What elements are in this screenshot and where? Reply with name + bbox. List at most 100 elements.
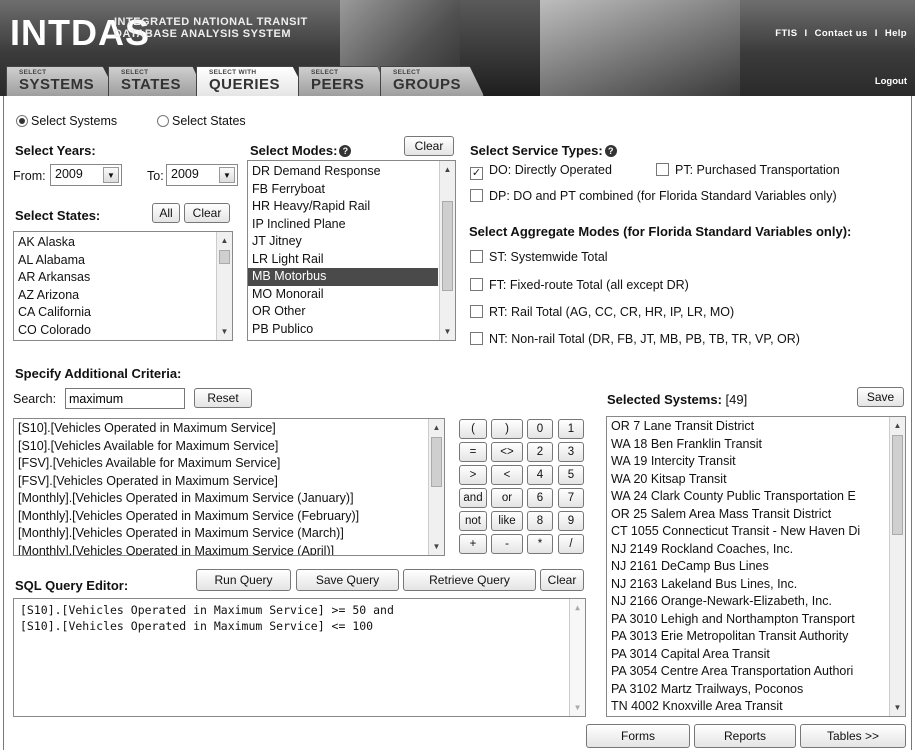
criteria-scrollbar[interactable]: ▲ ▼ [428,419,444,555]
radio-select-states[interactable]: Select States [157,114,246,128]
modes-scrollbar[interactable]: ▲ ▼ [439,161,455,340]
operator-button[interactable]: 5 [558,465,584,485]
retrieve-query-button[interactable]: Retrieve Query [403,569,536,591]
operator-button[interactable]: 9 [558,511,584,531]
tab-peers[interactable]: SELECT PEERS [298,66,390,96]
mode-option[interactable]: LR Light Rail [248,251,438,269]
scroll-thumb[interactable] [442,201,453,291]
scroll-down-icon[interactable]: ▼ [218,325,231,338]
selected-system-item[interactable]: NJ 2161 DeCamp Bus Lines [607,558,888,576]
mode-option[interactable]: MB Motorbus [248,268,438,286]
state-option[interactable]: AL Alabama [14,252,215,270]
state-option[interactable]: AZ Arizona [14,287,215,305]
selected-system-item[interactable]: WA 24 Clark County Public Transportation… [607,488,888,506]
operator-button[interactable]: 3 [558,442,584,462]
scroll-up-icon[interactable]: ▲ [430,421,443,434]
checkbox-nt[interactable]: NT: Non-rail Total (DR, FB, JT, MB, PB, … [470,332,800,346]
scroll-thumb[interactable] [892,435,903,535]
criteria-option[interactable]: [Monthly].[Vehicles Operated in Maximum … [14,525,427,543]
operator-button[interactable]: * [527,534,553,554]
operator-button[interactable]: 6 [527,488,553,508]
selected-system-item[interactable]: WA 19 Intercity Transit [607,453,888,471]
selected-system-item[interactable]: PA 3014 Capital Area Transit [607,646,888,664]
mode-option[interactable]: FB Ferryboat [248,181,438,199]
sql-clear-button[interactable]: Clear [540,569,584,591]
scroll-up-icon[interactable]: ▲ [441,163,454,176]
checkbox-do[interactable]: ✓ DO: Directly Operated [470,163,612,180]
scroll-down-icon[interactable]: ▼ [430,540,443,553]
from-year-select[interactable]: 2009 ▼ [50,164,122,186]
selected-system-item[interactable]: NJ 2149 Rockland Coaches, Inc. [607,541,888,559]
mode-option[interactable]: PB Publico [248,321,438,339]
criteria-option[interactable]: [FSV].[Vehicles Operated in Maximum Serv… [14,473,427,491]
scroll-down-icon[interactable]: ▼ [441,325,454,338]
operator-button[interactable]: like [491,511,523,531]
mode-option[interactable]: MO Monorail [248,286,438,304]
checkbox-st[interactable]: ST: Systemwide Total [470,250,608,264]
checkbox-pt[interactable]: PT: Purchased Transportation [656,163,840,177]
selected-system-item[interactable]: PA 3102 Martz Trailways, Poconos [607,681,888,699]
mode-option[interactable]: JT Jitney [248,233,438,251]
mode-option[interactable]: HR Heavy/Rapid Rail [248,198,438,216]
logout-link[interactable]: Logout [875,76,907,87]
tab-systems[interactable]: SELECT SYSTEMS [6,66,118,96]
scroll-up-icon[interactable]: ▲ [891,419,904,432]
selected-system-item[interactable]: WA 20 Kitsap Transit [607,471,888,489]
state-option[interactable]: AK Alaska [14,234,215,252]
operator-button[interactable]: 8 [527,511,553,531]
criteria-option[interactable]: [S10].[Vehicles Operated in Maximum Serv… [14,420,427,438]
reset-button[interactable]: Reset [194,388,252,408]
states-all-button[interactable]: All [152,203,180,223]
reports-button[interactable]: Reports [694,724,796,748]
tab-queries[interactable]: SELECT WITH QUERIES [196,66,308,96]
mode-option[interactable]: DR Demand Response [248,163,438,181]
operator-button[interactable]: 7 [558,488,584,508]
selected-system-item[interactable]: TN 4002 Knoxville Area Transit [607,698,888,716]
checkbox-rt[interactable]: RT: Rail Total (AG, CC, CR, HR, IP, LR, … [470,305,734,319]
selected-system-item[interactable]: NJ 2163 Lakeland Bus Lines, Inc. [607,576,888,594]
to-year-select[interactable]: 2009 ▼ [166,164,238,186]
state-option[interactable]: AR Arkansas [14,269,215,287]
sql-scrollbar[interactable]: ▲ ▼ [569,599,585,716]
operator-button[interactable]: 4 [527,465,553,485]
operator-button[interactable]: 1 [558,419,584,439]
radio-select-systems[interactable]: Select Systems [16,114,117,128]
operator-button[interactable]: 0 [527,419,553,439]
run-query-button[interactable]: Run Query [196,569,291,591]
selected-system-item[interactable]: PA 3013 Erie Metropolitan Transit Author… [607,628,888,646]
selected-save-button[interactable]: Save [857,387,904,407]
selected-system-item[interactable]: CT 1055 Connecticut Transit - New Haven … [607,523,888,541]
operator-button[interactable]: 2 [527,442,553,462]
selected-system-item[interactable]: PA 3010 Lehigh and Northampton Transport [607,611,888,629]
tab-groups[interactable]: SELECT GROUPS [380,66,484,96]
states-clear-button[interactable]: Clear [184,203,230,223]
operator-button[interactable]: / [558,534,584,554]
selected-system-item[interactable]: OR 7 Lane Transit District [607,418,888,436]
operator-button[interactable]: + [459,534,487,554]
save-query-button[interactable]: Save Query [296,569,399,591]
state-option[interactable]: CA California [14,304,215,322]
criteria-option[interactable]: [S10].[Vehicles Available for Maximum Se… [14,438,427,456]
selected-system-item[interactable]: NJ 2166 Orange-Newark-Elizabeth, Inc. [607,593,888,611]
criteria-option[interactable]: [Monthly].[Vehicles Operated in Maximum … [14,490,427,508]
help-link[interactable]: Help [885,28,907,39]
contact-link[interactable]: Contact us [815,28,868,39]
criteria-option[interactable]: [Monthly].[Vehicles Operated in Maximum … [14,543,427,556]
states-scrollbar[interactable]: ▲ ▼ [216,232,232,340]
sql-editor-textarea[interactable]: [S10].[Vehicles Operated in Maximum Serv… [13,598,586,717]
criteria-option[interactable]: [FSV].[Vehicles Available for Maximum Se… [14,455,427,473]
help-icon[interactable]: ? [604,145,617,157]
scroll-thumb[interactable] [219,250,230,264]
forms-button[interactable]: Forms [586,724,690,748]
operator-button[interactable]: <> [491,442,523,462]
mode-option[interactable]: IP Inclined Plane [248,216,438,234]
systems-scrollbar[interactable]: ▲ ▼ [889,417,905,716]
states-listbox[interactable]: AK Alaska AL Alabama AR Arkansas AZ Arizona… [13,231,233,341]
tab-states[interactable]: SELECT STATES [108,66,206,96]
tables-button[interactable]: Tables >> [800,724,906,748]
scroll-thumb[interactable] [431,437,442,487]
operator-button[interactable]: ) [491,419,523,439]
mode-option[interactable]: OR Other [248,303,438,321]
operator-button[interactable]: > [459,465,487,485]
criteria-listbox[interactable]: [S10].[Vehicles Operated in Maximum Serv… [13,418,445,556]
